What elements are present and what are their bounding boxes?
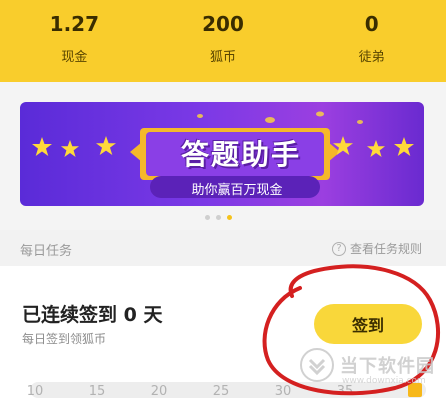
stat-cash-value: 1.27 <box>49 12 100 36</box>
stat-cash-label: 现金 <box>61 50 88 65</box>
pager-dot[interactable] <box>205 215 210 220</box>
day-marker: 25 <box>212 383 230 399</box>
stat-apprentices-value: 0 <box>364 12 379 36</box>
stat-cash[interactable]: 1.27 现金 <box>0 0 149 82</box>
task-rules-link[interactable]: ? 查看任务规则 <box>331 240 422 257</box>
question-icon: ? <box>331 241 346 256</box>
streak-text: 已连续签到 0 天 <box>22 304 163 326</box>
banner-card: 答题助手 助你赢百万现金 <box>0 82 446 230</box>
watermark-arrow-icon <box>308 358 326 376</box>
plaque-left-tip <box>130 142 142 162</box>
daily-tasks-header: 每日任务 ? 查看任务规则 <box>0 230 446 266</box>
quiz-assistant-banner[interactable]: 答题助手 助你赢百万现金 <box>20 102 424 206</box>
banner-title: 答题助手 <box>180 138 301 171</box>
section-title: 每日任务 <box>20 244 73 259</box>
stat-coins[interactable]: 200 狐币 <box>149 0 298 82</box>
pager-dot[interactable] <box>216 215 221 220</box>
stat-apprentices[interactable]: 0 徒弟 <box>297 0 446 82</box>
pager-dot-active[interactable] <box>227 215 232 220</box>
watermark: 当下软件园 www.downxia.com <box>300 340 446 390</box>
watermark-url: www.downxia.com <box>342 376 426 386</box>
sign-in-button[interactable]: 签到 <box>314 304 422 344</box>
watermark-text: 当下软件园 <box>340 356 435 377</box>
stat-coins-label: 狐币 <box>210 50 237 65</box>
watermark-logo-icon <box>300 348 334 382</box>
banner-pager <box>205 215 232 220</box>
day-marker: 10 <box>26 383 44 399</box>
coin-sparkles <box>197 111 363 124</box>
day-marker: 30 <box>274 383 292 399</box>
day-marker: 20 <box>150 383 168 399</box>
stat-apprentices-label: 徒弟 <box>358 50 385 65</box>
streak-subtitle: 每日签到领狐币 <box>22 332 107 346</box>
task-rules-label: 查看任务规则 <box>349 242 422 256</box>
day-marker: 15 <box>88 383 106 399</box>
stat-coins-value: 200 <box>202 12 244 36</box>
banner-subtitle: 助你赢百万现金 <box>191 182 283 198</box>
stats-bar: 1.27 现金 200 狐币 0 徒弟 <box>0 0 446 82</box>
